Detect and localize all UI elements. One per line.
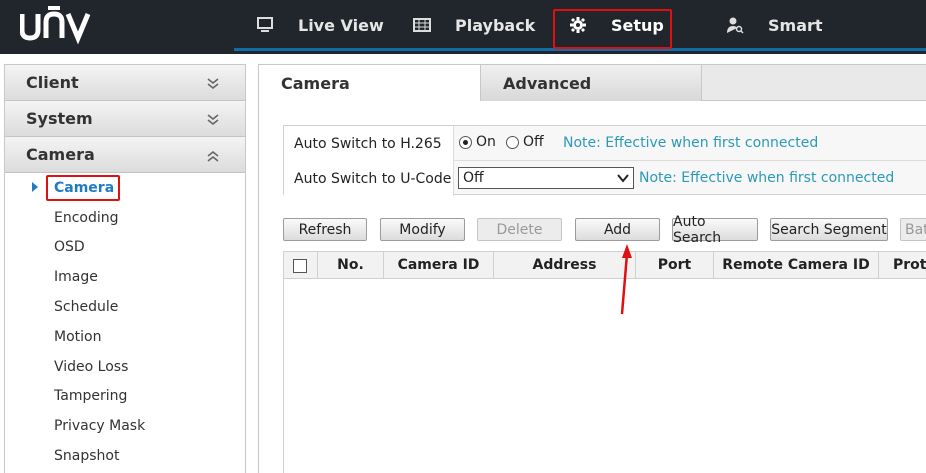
select-all-cell [284,252,318,278]
main-panel: Camera Advanced Auto Switch to H.265 On … [258,64,926,473]
chevron-down-icon [617,174,629,183]
camera-table-header: No. Camera ID Address Port Remote Camera… [283,251,926,279]
ucode-select[interactable]: Off [458,167,634,189]
sidebar-item-schedule[interactable]: Schedule [5,292,245,322]
col-camera-id[interactable]: Camera ID [384,252,494,278]
col-remote-camera-id[interactable]: Remote Camera ID [714,252,879,278]
camera-highlight-box [46,175,120,201]
sidebar-item-label: Snapshot [54,448,120,465]
ucode-row: Auto Switch to U-Code Off Note: Effectiv… [284,161,926,196]
h265-off-label: Off [523,134,544,150]
h265-on-radio[interactable] [459,136,472,149]
sidebar-item-label: Tampering [54,388,128,405]
sidebar-item-encoding[interactable]: Encoding [5,203,245,233]
h265-note: Note: Effective when first connected [563,135,819,151]
sidebar-item-motion[interactable]: Motion [5,322,245,352]
tab-advanced[interactable]: Advanced [480,65,702,101]
person-search-icon [726,16,744,34]
h265-off-radio[interactable] [506,136,519,149]
col-address[interactable]: Address [494,252,636,278]
sidebar-section-label: Client [26,73,79,92]
sidebar-item-tampering[interactable]: Tampering [5,382,245,412]
active-marker-icon [32,182,38,192]
sidebar-section-label: System [26,109,93,128]
tab-camera[interactable]: Camera [259,65,480,102]
sidebar-item-label: OSD [54,239,85,256]
tab-label: Advanced [503,73,592,93]
double-chevron-down-icon [207,114,219,126]
sidebar-item-label: Video Loss [54,358,129,375]
unv-logo-icon [19,6,91,45]
ucode-note: Note: Effective when first connected [639,170,895,186]
sidebar-item-label: Schedule [54,299,119,316]
nav-playback[interactable]: Playback [413,0,535,50]
h265-label: Auto Switch to H.265 [284,126,454,161]
modify-button[interactable]: Modify [380,218,465,241]
sidebar-item-snapshot[interactable]: Snapshot [5,441,245,471]
sidebar-item-camera[interactable]: Camera [5,173,245,203]
col-port[interactable]: Port [636,252,714,278]
sidebar-item-label: Image [54,269,98,286]
sidebar-section-label: Camera [26,145,95,164]
batch-button[interactable]: Batc [900,218,926,241]
add-button[interactable]: Add [575,218,660,241]
ucode-label: Auto Switch to U-Code [284,161,454,196]
film-icon [413,16,431,34]
tab-label: Camera [281,74,350,93]
setup-highlight-box [553,9,672,49]
auto-search-button[interactable]: Auto Search [672,214,758,246]
sidebar-item-label: Privacy Mask [54,418,146,435]
tab-bar: Camera Advanced [259,65,926,102]
sidebar-item-image[interactable]: Image [5,262,245,292]
select-all-checkbox[interactable] [293,259,307,273]
refresh-button[interactable]: Refresh [283,218,367,241]
camera-table-body [283,279,926,473]
sidebar-section-system[interactable]: System [5,101,245,137]
top-nav-bar: Live View Playback Setup Smart [0,0,926,54]
search-segment-button[interactable]: Search Segment [770,218,888,241]
h265-row: Auto Switch to H.265 On Off Note: Effect… [284,126,926,161]
double-chevron-up-icon [207,150,219,162]
delete-button[interactable]: Delete [477,218,562,241]
monitor-icon [256,16,274,34]
nav-smart[interactable]: Smart [726,0,823,50]
sidebar-section-camera[interactable]: Camera [5,137,245,173]
nav-live-view-label: Live View [298,15,384,35]
col-no[interactable]: No. [318,252,384,278]
h265-on-label: On [476,134,496,150]
nav-smart-label: Smart [768,15,823,35]
sidebar-item-label: Encoding [54,209,119,226]
double-chevron-down-icon [207,78,219,90]
sidebar-item-privacy-mask[interactable]: Privacy Mask [5,411,245,441]
col-protocol[interactable]: Proto [879,252,926,278]
settings-table: Auto Switch to H.265 On Off Note: Effect… [283,125,926,196]
nav-live-view[interactable]: Live View [256,0,384,50]
sidebar-item-video-loss[interactable]: Video Loss [5,352,245,382]
brand-logo [19,6,92,55]
sidebar: Client System Camera Camera Encoding OSD… [4,64,246,473]
sidebar-item-osd[interactable]: OSD [5,233,245,263]
sidebar-section-client[interactable]: Client [5,65,245,101]
sidebar-item-label: Motion [54,328,102,345]
nav-playback-label: Playback [455,15,536,35]
ucode-select-value: Off [463,170,484,186]
